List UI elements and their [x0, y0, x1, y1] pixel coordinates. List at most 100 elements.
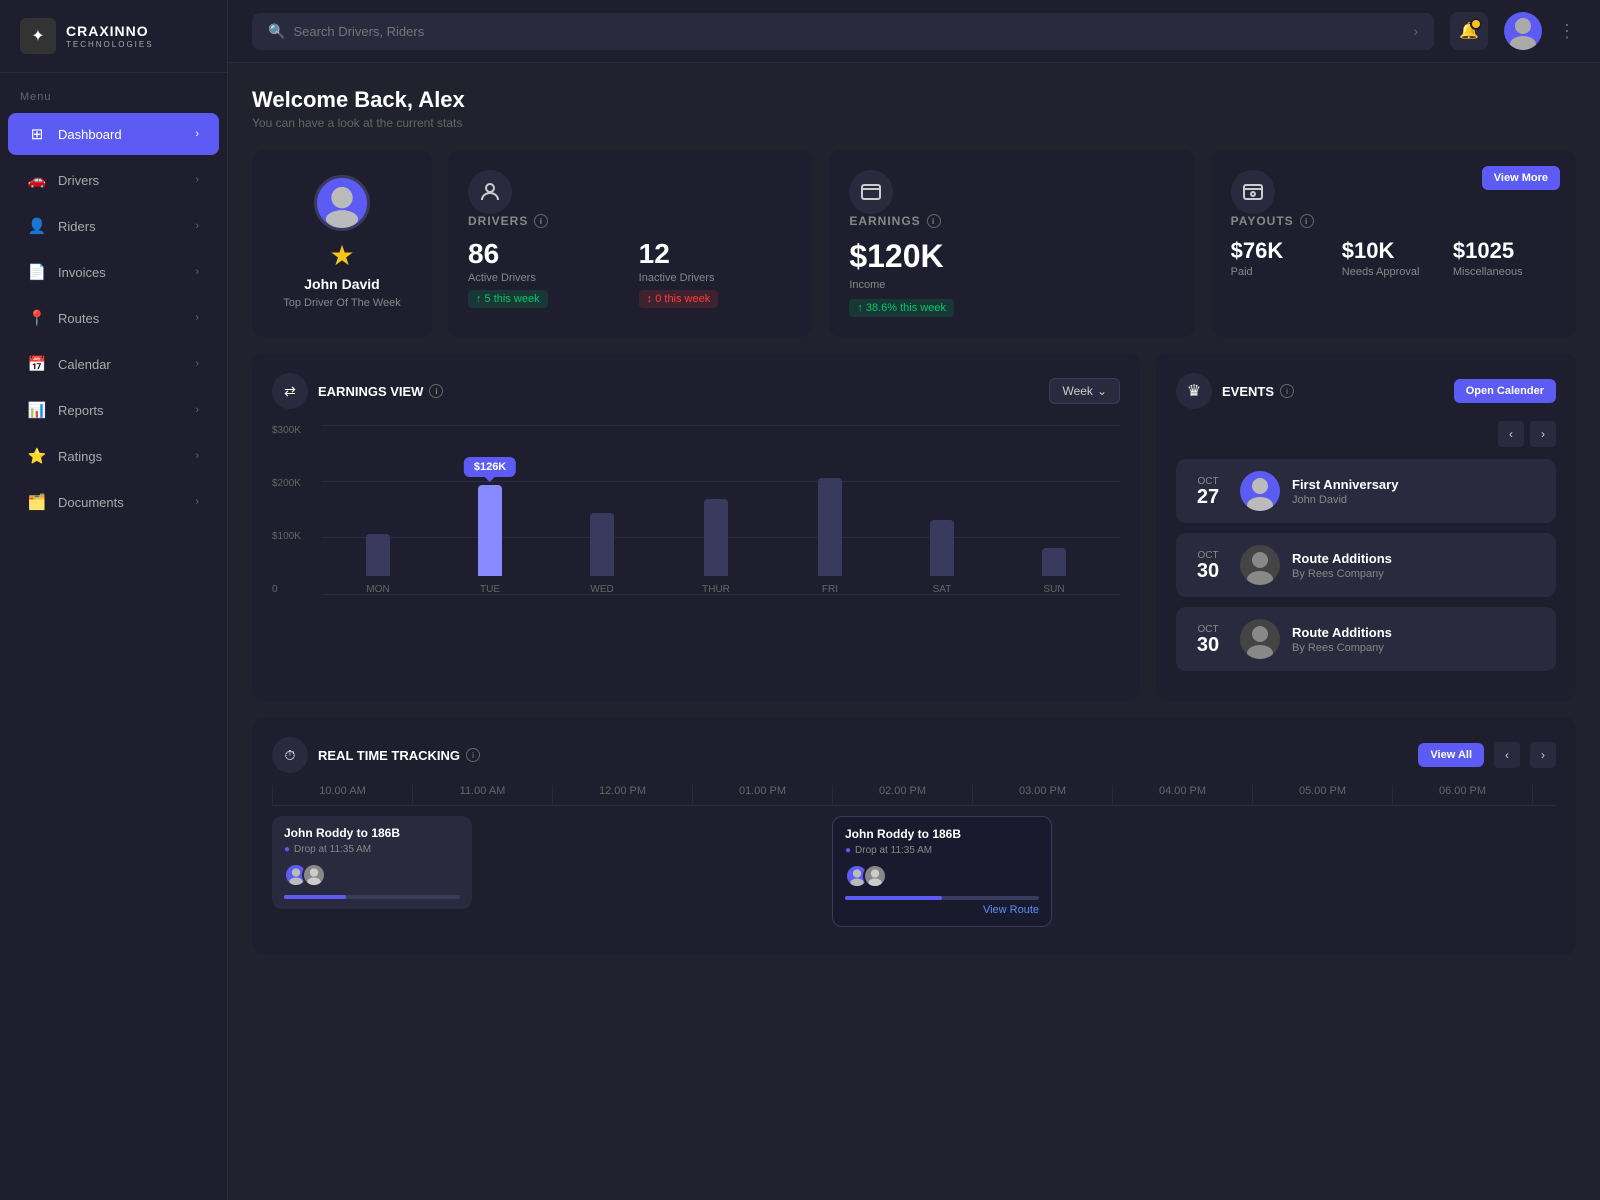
bar-tooltip: $126K [464, 457, 516, 477]
paid-item: $76K Paid [1231, 238, 1334, 278]
drivers-grid: 86 Active Drivers ↑ 5 this week 12 Inact… [468, 238, 793, 308]
routes-icon: 📍 [28, 309, 46, 327]
approval-item: $10K Needs Approval [1342, 238, 1445, 278]
event-info-1: First Anniversary John David [1292, 477, 1544, 506]
entry2-title: John Roddy to 186B [845, 827, 1039, 841]
sidebar-label-reports: Reports [58, 403, 104, 418]
info-icon: i [927, 214, 941, 228]
search-input[interactable] [293, 24, 1405, 39]
event-title-3: Route Additions [1292, 625, 1544, 640]
chevron-right-icon: › [195, 312, 199, 324]
logo-icon: ✦ [20, 18, 56, 54]
drop-icon-1: ● [284, 844, 290, 855]
timeline-body: John Roddy to 186B ● Drop at 11:35 AM [272, 805, 1556, 935]
inactive-label: Inactive Drivers [639, 272, 794, 284]
timeline-hours: 10.00 AM 11.00 AM 12.00 PM 01.00 PM 02.0… [272, 785, 1556, 805]
view-more-button[interactable]: View More [1482, 166, 1560, 190]
earnings-card: EARNINGS i $120K Income ↑ 38.6% this wee… [829, 150, 1194, 337]
tracking-prev-button[interactable]: ‹ [1494, 742, 1520, 768]
invoices-icon: 📄 [28, 263, 46, 281]
tracking-next-button[interactable]: › [1530, 742, 1556, 768]
avatar[interactable] [1504, 12, 1542, 50]
chevron-right-icon: › [195, 450, 199, 462]
share-icon-circle: ⇄ [272, 373, 308, 409]
earnings-chart-card: ⇄ EARNINGS VIEW i Week ⌄ $3 [252, 353, 1140, 701]
chevron-right-icon: › [195, 174, 199, 186]
info-icon: i [1280, 384, 1294, 398]
events-prev-button[interactable]: ‹ [1498, 421, 1524, 447]
dashboard-icon: ⊞ [28, 125, 46, 143]
event-item-3: OCT 30 Route Additions By Rees Company [1176, 607, 1556, 671]
payouts-card-icon [1231, 170, 1275, 214]
events-next-button[interactable]: › [1530, 421, 1556, 447]
entry1-avatar2 [302, 863, 326, 887]
more-icon[interactable]: ⋮ [1558, 21, 1576, 42]
documents-icon: 🗂️ [28, 493, 46, 511]
entry1-progress [284, 895, 346, 899]
view-route-link[interactable]: View Route [845, 904, 1039, 916]
active-drivers-stat: 86 Active Drivers ↑ 5 this week [468, 238, 623, 308]
hour-4pm: 04.00 PM [1112, 785, 1252, 805]
hour-2pm: 02.00 PM [832, 785, 972, 805]
payouts-grid: $76K Paid $10K Needs Approval $1025 Misc… [1231, 238, 1556, 278]
chevron-right-icon: › [195, 220, 199, 232]
drivers-header: DRIVERS i [468, 214, 793, 228]
paid-label: Paid [1231, 266, 1334, 278]
y-label-300k: $300K [272, 425, 301, 436]
bar-label-sat: SAT [933, 584, 952, 595]
sidebar-item-documents[interactable]: 🗂️ Documents › [8, 481, 219, 523]
event-avatar-3 [1240, 619, 1280, 659]
event-month-1: OCT [1188, 476, 1228, 487]
info-icon: i [534, 214, 548, 228]
active-count: 86 [468, 238, 623, 270]
bar-wed [590, 513, 614, 576]
riders-icon: 👤 [28, 217, 46, 235]
bar-fri [818, 478, 842, 576]
sidebar-item-dashboard[interactable]: ⊞ Dashboard › [8, 113, 219, 155]
event-sub-1: John David [1292, 494, 1544, 506]
logo-title: CRAXINNO [66, 23, 154, 40]
topbar: 🔍 › 🔔 ⋮ [228, 0, 1600, 63]
approval-val: $10K [1342, 238, 1445, 264]
sidebar-label-routes: Routes [58, 311, 99, 326]
entry1-drop: Drop at 11:35 AM [294, 844, 371, 855]
payouts-header: PAYOUTS i [1231, 214, 1556, 228]
charts-row: ⇄ EARNINGS VIEW i Week ⌄ $3 [252, 353, 1576, 701]
top-driver-card: ★ John David Top Driver Of The Week [252, 150, 432, 337]
notification-bell[interactable]: 🔔 [1450, 12, 1488, 50]
hour-12pm: 12.00 PM [552, 785, 692, 805]
top-driver-avatar [314, 175, 370, 231]
sidebar-item-ratings[interactable]: ⭐ Ratings › [8, 435, 219, 477]
active-badge: ↑ 5 this week [468, 290, 548, 308]
hour-3pm: 03.00 PM [972, 785, 1112, 805]
event-month-2: OCT [1188, 550, 1228, 561]
search-wrap[interactable]: 🔍 › [252, 13, 1434, 50]
top-driver-name: John David [304, 276, 379, 292]
open-calendar-button[interactable]: Open Calender [1454, 379, 1556, 403]
earnings-income-label: Income [849, 279, 1174, 291]
sidebar-item-routes[interactable]: 📍 Routes › [8, 297, 219, 339]
sidebar-label-calendar: Calendar [58, 357, 111, 372]
sidebar-item-drivers[interactable]: 🚗 Drivers › [8, 159, 219, 201]
event-avatar-2 [1240, 545, 1280, 585]
earnings-label: EARNINGS [849, 214, 920, 228]
sidebar-label-documents: Documents [58, 495, 124, 510]
bar-group-sat: SAT [930, 520, 954, 595]
tracking-entry-1: John Roddy to 186B ● Drop at 11:35 AM [272, 816, 472, 909]
week-button[interactable]: Week ⌄ [1049, 378, 1120, 404]
bar-label-thur: THUR [702, 584, 730, 595]
event-avatar-1 [1240, 471, 1280, 511]
bar-group-tue: $126KTUE [478, 485, 502, 595]
earnings-header: EARNINGS i [849, 214, 1174, 228]
y-label-0: 0 [272, 584, 301, 595]
bar-label-sun: SUN [1043, 584, 1064, 595]
sidebar-item-reports[interactable]: 📊 Reports › [8, 389, 219, 431]
earnings-view-title: EARNINGS VIEW [318, 384, 423, 399]
sidebar-item-invoices[interactable]: 📄 Invoices › [8, 251, 219, 293]
entry2-progress [845, 896, 942, 900]
view-all-button[interactable]: View All [1418, 743, 1484, 767]
sidebar-item-calendar[interactable]: 📅 Calendar › [8, 343, 219, 385]
sidebar-item-riders[interactable]: 👤 Riders › [8, 205, 219, 247]
bar-group-fri: FRI [818, 478, 842, 595]
event-title-1: First Anniversary [1292, 477, 1544, 492]
